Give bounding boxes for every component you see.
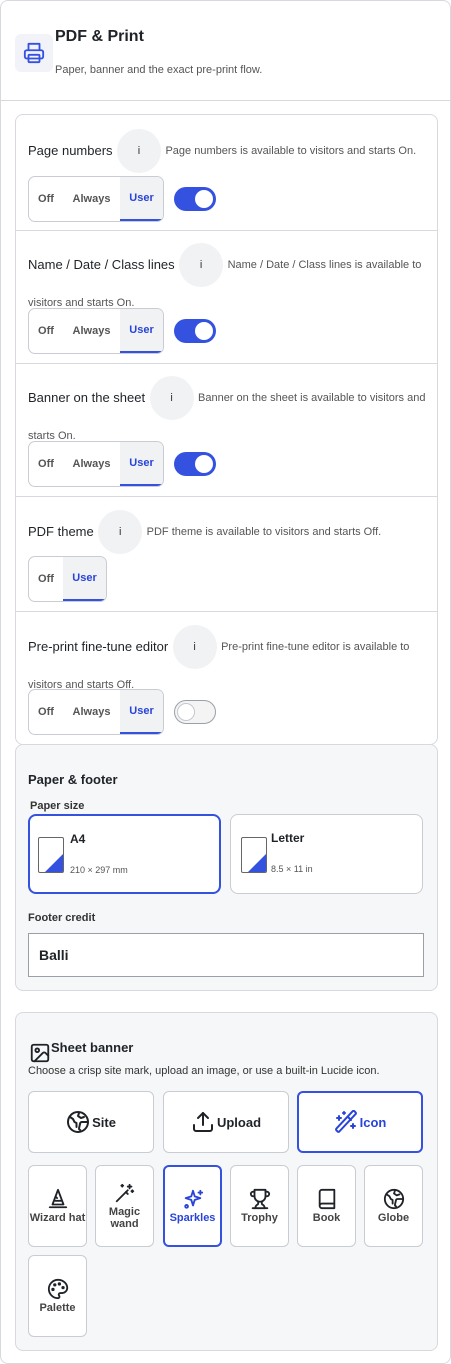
option-label: Pre-print fine-tune editor bbox=[28, 639, 169, 654]
magic-wand-icon bbox=[114, 1182, 136, 1204]
info-button[interactable]: i bbox=[179, 243, 224, 287]
book-icon bbox=[316, 1188, 338, 1210]
trophy-icon bbox=[249, 1188, 271, 1210]
source-site-button[interactable]: Site bbox=[28, 1091, 154, 1153]
icon-option-trophy[interactable]: Trophy bbox=[230, 1165, 289, 1247]
default-toggle[interactable] bbox=[174, 700, 216, 724]
sparkles-icon bbox=[182, 1188, 204, 1210]
segment-off[interactable]: Off bbox=[29, 690, 63, 734]
footer-credit-input[interactable]: Balli bbox=[28, 933, 424, 977]
paper-option-letter[interactable]: Letter 8.5 × 11 in bbox=[230, 814, 423, 894]
section-title: Sheet banner bbox=[51, 1040, 134, 1055]
segment-user[interactable]: User bbox=[120, 309, 163, 353]
panel-title: PDF & Print bbox=[55, 28, 144, 45]
option-description: PDF theme is available to visitors and s… bbox=[146, 526, 382, 538]
icon-option-globe[interactable]: Globe bbox=[364, 1165, 423, 1247]
segment-user[interactable]: User bbox=[63, 557, 106, 601]
option-page-numbers: Page numbers i Page numbers is available… bbox=[16, 115, 437, 231]
page-icon bbox=[241, 837, 267, 873]
default-toggle[interactable] bbox=[174, 187, 216, 211]
icon-option-sparkles[interactable]: Sparkles bbox=[163, 1165, 222, 1247]
info-button[interactable]: i bbox=[149, 376, 194, 420]
palette-icon bbox=[47, 1278, 69, 1300]
footer-credit-label: Footer credit bbox=[28, 912, 96, 924]
icon-label: Palette bbox=[39, 1302, 76, 1314]
option-label: Page numbers bbox=[28, 143, 113, 158]
banner-description: Choose a crisp site mark, upload an imag… bbox=[28, 1065, 380, 1077]
segment-off[interactable]: Off bbox=[29, 557, 63, 601]
segment-user[interactable]: User bbox=[120, 177, 163, 221]
icon-label: Magic wand bbox=[108, 1206, 141, 1230]
icon-option-book[interactable]: Book bbox=[297, 1165, 356, 1247]
option-pdf-theme: PDF theme i PDF theme is available to vi… bbox=[16, 496, 437, 612]
icon-option-magic-wand[interactable]: Magic wand bbox=[95, 1165, 154, 1247]
segment-off[interactable]: Off bbox=[29, 309, 63, 353]
paper-dims: 210 × 297 mm bbox=[70, 865, 128, 875]
option-label: PDF theme bbox=[28, 524, 94, 539]
segment-always[interactable]: Always bbox=[63, 309, 120, 353]
upload-icon bbox=[191, 1110, 215, 1134]
pdf-print-panel: PDF & Print Paper, banner and the exact … bbox=[0, 0, 451, 1364]
paper-name: Letter bbox=[271, 831, 305, 845]
segment-user[interactable]: User bbox=[120, 690, 163, 734]
source-icon-button[interactable]: Icon bbox=[297, 1091, 423, 1153]
mode-segmented-control: Off Always User bbox=[28, 308, 164, 354]
globe-icon bbox=[383, 1188, 405, 1210]
mode-segmented-control: Off Always User bbox=[28, 689, 164, 735]
panel-header: PDF & Print Paper, banner and the exact … bbox=[1, 1, 450, 101]
source-label: Icon bbox=[359, 1114, 387, 1130]
segment-user[interactable]: User bbox=[120, 442, 163, 486]
source-upload-button[interactable]: Upload bbox=[163, 1091, 289, 1153]
paper-footer-section: Paper & footer Paper size A4 210 × 297 m… bbox=[15, 744, 438, 991]
icon-label: Book bbox=[312, 1212, 341, 1224]
panel-subtitle: Paper, banner and the exact pre-print fl… bbox=[55, 64, 263, 76]
paper-size-label: Paper size bbox=[30, 800, 85, 812]
source-label: Site bbox=[92, 1114, 116, 1130]
option-label: Name / Date / Class lines bbox=[28, 257, 175, 272]
default-toggle[interactable] bbox=[174, 319, 216, 343]
icon-label: Sparkles bbox=[169, 1212, 216, 1224]
icon-label: Globe bbox=[377, 1212, 410, 1224]
info-button[interactable]: i bbox=[117, 129, 162, 173]
paper-dims: 8.5 × 11 in bbox=[271, 864, 313, 874]
sheet-banner-section: Sheet banner Choose a crisp site mark, u… bbox=[15, 1012, 438, 1351]
icon-option-palette[interactable]: Palette bbox=[28, 1255, 87, 1337]
paper-name: A4 bbox=[70, 832, 86, 846]
section-title: Paper & footer bbox=[28, 772, 118, 787]
mode-segmented-control: Off Always User bbox=[28, 441, 164, 487]
wand-sparkles-icon bbox=[334, 1110, 358, 1134]
segment-always[interactable]: Always bbox=[63, 690, 120, 734]
image-icon bbox=[29, 1042, 51, 1064]
segment-always[interactable]: Always bbox=[63, 177, 120, 221]
print-options-list: Page numbers i Page numbers is available… bbox=[15, 114, 438, 745]
globe-icon bbox=[66, 1110, 90, 1134]
paper-option-a4[interactable]: A4 210 × 297 mm bbox=[28, 814, 221, 894]
info-button[interactable]: i bbox=[172, 625, 217, 669]
icon-label: Wizard hat bbox=[29, 1212, 86, 1224]
mode-segmented-control: Off User bbox=[28, 556, 107, 602]
segment-always[interactable]: Always bbox=[63, 442, 120, 486]
info-button[interactable]: i bbox=[98, 510, 143, 554]
icon-option-wizard-hat[interactable]: Wizard hat bbox=[28, 1165, 87, 1247]
default-toggle[interactable] bbox=[174, 452, 216, 476]
printer-icon bbox=[15, 34, 53, 72]
option-name-date-class-lines: Name / Date / Class lines i Name / Date … bbox=[16, 230, 437, 364]
icon-label: Trophy bbox=[241, 1212, 278, 1224]
option-description: Page numbers is available to visitors an… bbox=[165, 145, 417, 157]
option-banner-on-sheet: Banner on the sheet i Banner on the shee… bbox=[16, 363, 437, 497]
source-label: Upload bbox=[216, 1114, 262, 1130]
option-label: Banner on the sheet bbox=[28, 390, 146, 405]
mode-segmented-control: Off Always User bbox=[28, 176, 164, 222]
option-preprint-editor: Pre-print fine-tune editor i Pre-print f… bbox=[16, 611, 437, 744]
segment-off[interactable]: Off bbox=[29, 177, 63, 221]
segment-off[interactable]: Off bbox=[29, 442, 63, 486]
page-icon bbox=[38, 837, 64, 873]
wizard-hat-icon bbox=[47, 1188, 69, 1210]
